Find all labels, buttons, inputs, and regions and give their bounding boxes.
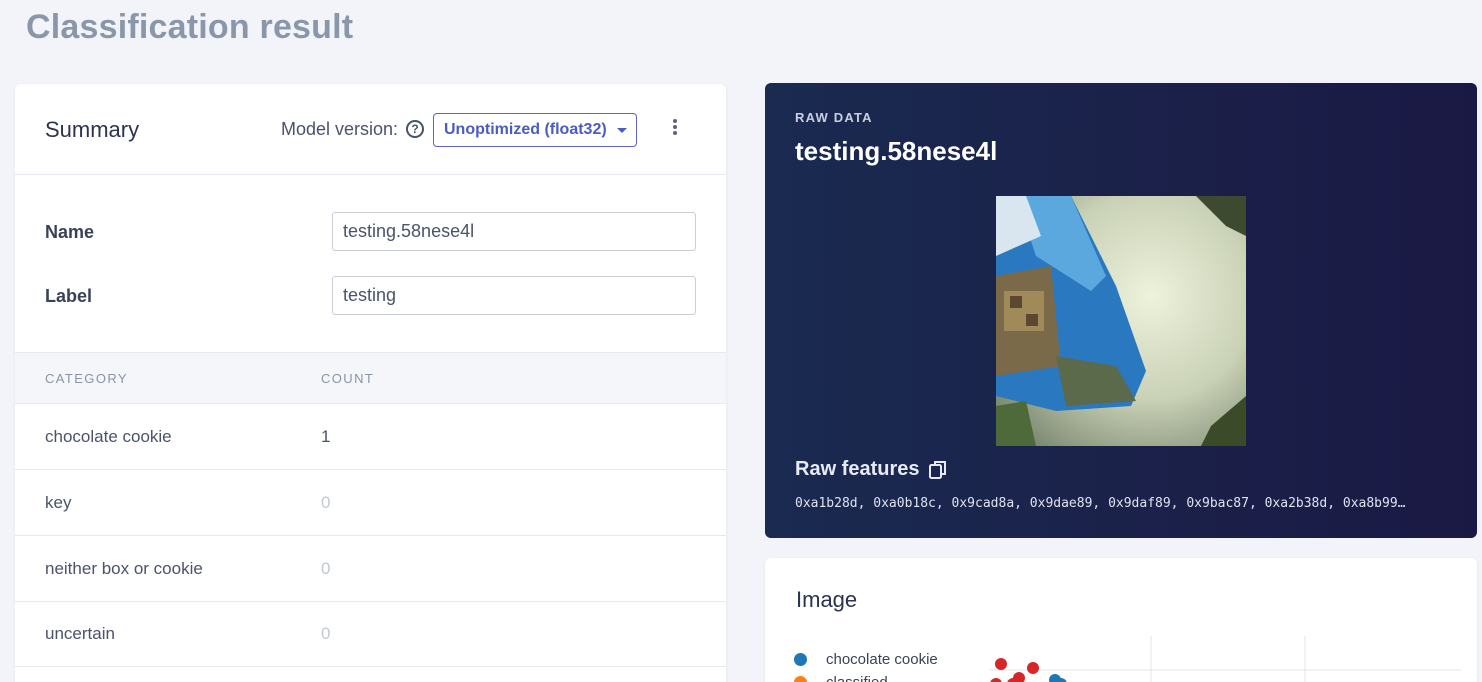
more-options-icon[interactable]	[671, 119, 679, 139]
summary-header: Summary Model version: ? Unoptimized (fl…	[15, 84, 726, 175]
legend-label: classified	[826, 674, 888, 682]
chevron-down-icon	[617, 128, 627, 133]
scatter-point	[1027, 662, 1039, 674]
scatter-point	[995, 658, 1007, 670]
count-cell: 0	[321, 624, 331, 643]
model-version-label: Model version:	[281, 119, 399, 139]
category-cell: uncertain	[45, 624, 115, 643]
table-row: uncertain 0	[15, 601, 726, 667]
count-cell: 0	[321, 559, 331, 578]
raw-features-label: Raw features	[795, 458, 920, 480]
table-row: neither box or cookie 0	[15, 536, 726, 602]
help-icon[interactable]: ?	[406, 120, 424, 138]
label-label: Label	[45, 286, 93, 306]
sample-name: testing.58nese4l	[795, 136, 998, 166]
image-card: Image chocolate cookie classified	[765, 558, 1477, 682]
raw-data-kicker: RAW DATA	[795, 110, 873, 125]
scatter-plot	[989, 636, 1469, 682]
legend-marker	[794, 676, 807, 682]
name-input[interactable]	[332, 212, 696, 251]
name-field-row: Name	[45, 212, 696, 252]
summary-title: Summary	[45, 117, 140, 142]
name-label: Name	[45, 222, 95, 242]
table-row: key 0	[15, 470, 726, 536]
raw-features-values: 0xa1b28d, 0xa0b18c, 0x9cad8a, 0x9dae89, …	[795, 496, 1406, 511]
table-header: CATEGORY COUNT	[15, 352, 726, 404]
legend-label: chocolate cookie	[826, 651, 938, 668]
count-cell: 1	[321, 427, 331, 446]
column-header-count: COUNT	[321, 371, 375, 386]
scatter-point	[990, 678, 1002, 682]
label-field-row: Label	[45, 276, 696, 316]
page-title: Classification result	[26, 8, 354, 46]
image-panel-title: Image	[796, 587, 858, 612]
summary-card: Summary Model version: ? Unoptimized (fl…	[15, 84, 726, 682]
label-input[interactable]	[332, 276, 696, 315]
column-header-category: CATEGORY	[45, 371, 128, 386]
copy-icon[interactable]	[929, 460, 947, 480]
sample-image	[996, 196, 1246, 446]
category-cell: chocolate cookie	[45, 427, 172, 446]
count-cell: 0	[321, 493, 331, 512]
raw-data-card: RAW DATA testing.58nese4l Raw features 0…	[765, 83, 1477, 538]
category-cell: neither box or cookie	[45, 559, 203, 578]
model-version-select[interactable]: Unoptimized (float32)	[433, 113, 637, 147]
model-version-value: Unoptimized (float32)	[444, 121, 607, 138]
legend-marker	[794, 653, 807, 666]
category-cell: key	[45, 493, 72, 512]
table-row: chocolate cookie 1	[15, 404, 726, 470]
